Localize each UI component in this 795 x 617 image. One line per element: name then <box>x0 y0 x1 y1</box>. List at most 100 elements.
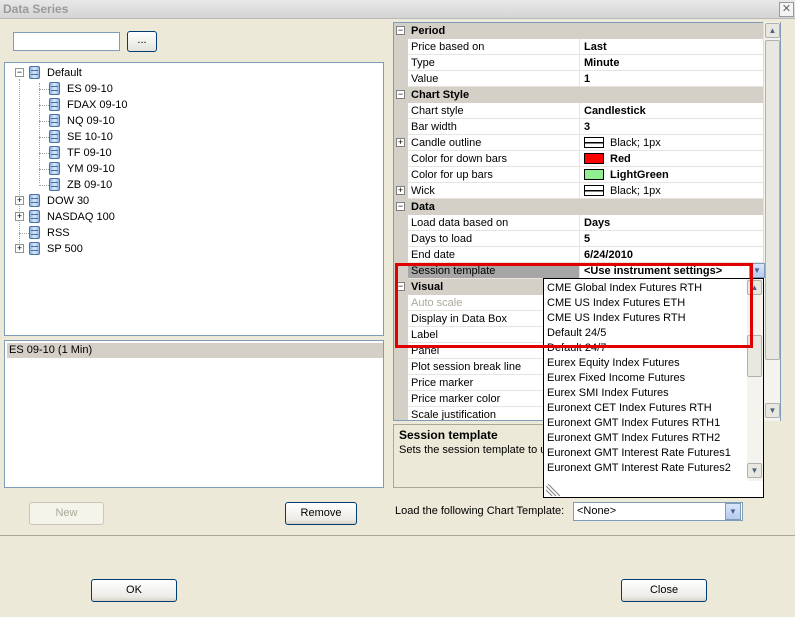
tree-node-label: SP 500 <box>47 243 83 255</box>
property-value[interactable]: 6/24/2010 <box>580 247 766 263</box>
tree-node[interactable]: + DOW 30 <box>5 193 375 209</box>
property-row[interactable]: Price based on Last <box>394 39 766 55</box>
grid-gutter <box>394 407 408 420</box>
collapse-icon[interactable]: − <box>396 90 405 99</box>
tree-node[interactable]: − Default <box>5 65 375 81</box>
property-category[interactable]: − Period <box>394 23 766 39</box>
dropdown-option[interactable]: Euronext GMT Interest Rate Futures2 <box>547 461 731 476</box>
tree-node-label: DOW 30 <box>47 195 90 207</box>
property-row[interactable]: Chart style Candlestick <box>394 103 766 119</box>
tree-node[interactable]: TF 09-10 <box>5 145 375 161</box>
dropdown-scroll-down-icon[interactable]: ▼ <box>747 463 762 478</box>
grid-gutter <box>394 151 408 167</box>
property-row[interactable]: + Wick Black; 1px <box>394 183 766 199</box>
instrument-search-input[interactable] <box>13 32 120 51</box>
dropdown-option[interactable]: Eurex Equity Index Futures <box>547 356 680 371</box>
tree-node[interactable]: YM 09-10 <box>5 161 375 177</box>
property-row[interactable]: Bar width 3 <box>394 119 766 135</box>
property-grid-scrollbar[interactable]: ▲ ▼ <box>763 22 780 421</box>
property-category[interactable]: − Chart Style <box>394 87 766 103</box>
database-icon <box>29 226 40 239</box>
property-value-text: Minute <box>584 57 620 69</box>
dropdown-option[interactable]: Eurex SMI Index Futures <box>547 386 669 401</box>
collapse-icon[interactable]: − <box>15 68 24 77</box>
series-list[interactable]: ES 09-10 (1 Min) <box>4 340 384 488</box>
property-row[interactable]: Days to load 5 <box>394 231 766 247</box>
tree-node[interactable]: SE 10-10 <box>5 129 375 145</box>
property-value[interactable]: Red <box>580 151 766 167</box>
window-title: Data Series <box>3 2 69 16</box>
expand-icon[interactable]: + <box>15 244 24 253</box>
tree-node[interactable]: ZB 09-10 <box>5 177 375 193</box>
chart-template-select[interactable]: <None> <box>573 502 743 521</box>
property-row[interactable]: Load data based on Days <box>394 215 766 231</box>
property-row[interactable]: End date 6/24/2010 <box>394 247 766 263</box>
expand-icon[interactable]: + <box>15 212 24 221</box>
property-value[interactable]: Black; 1px <box>580 135 766 151</box>
dropdown-option[interactable]: Euronext GMT Index Futures RTH1 <box>547 416 720 431</box>
property-value[interactable]: 1 <box>580 71 766 87</box>
grid-gutter <box>394 375 408 391</box>
property-value[interactable]: Days <box>580 215 766 231</box>
property-row[interactable]: Color for up bars LightGreen <box>394 167 766 183</box>
database-icon <box>29 242 40 255</box>
tree-node[interactable]: NQ 09-10 <box>5 113 375 129</box>
close-button[interactable]: Close <box>621 579 707 602</box>
browse-button[interactable]: ... <box>127 31 157 52</box>
tree-node[interactable]: RSS <box>5 225 375 241</box>
property-value[interactable]: 3 <box>580 119 766 135</box>
property-value[interactable]: Black; 1px <box>580 183 766 199</box>
tree-line <box>39 185 49 186</box>
tree-node[interactable]: ES 09-10 <box>5 81 375 97</box>
resize-grip-icon[interactable] <box>546 484 560 496</box>
scroll-thumb[interactable] <box>765 40 780 360</box>
window-close-button[interactable]: ✕ <box>779 2 794 17</box>
tree-node[interactable]: + SP 500 <box>5 241 375 257</box>
property-row[interactable]: Color for down bars Red <box>394 151 766 167</box>
property-value-text: 1 <box>584 73 591 85</box>
property-row[interactable]: Type Minute <box>394 55 766 71</box>
property-category[interactable]: − Data <box>394 199 766 215</box>
property-row[interactable]: Value 1 <box>394 71 766 87</box>
expand-icon[interactable]: + <box>396 138 405 147</box>
property-value[interactable]: LightGreen <box>580 167 766 183</box>
property-value[interactable]: Last <box>580 39 766 55</box>
tree-node[interactable]: + NASDAQ 100 <box>5 209 375 225</box>
grid-gutter <box>394 103 408 119</box>
collapse-icon[interactable]: − <box>396 202 405 211</box>
grid-gutter <box>394 119 408 135</box>
tree-node[interactable]: FDAX 09-10 <box>5 97 375 113</box>
property-name: Bar width <box>408 119 580 135</box>
database-icon <box>49 162 60 175</box>
series-list-item[interactable]: ES 09-10 (1 Min) <box>7 343 383 358</box>
property-row[interactable]: + Candle outline Black; 1px <box>394 135 766 151</box>
property-value[interactable]: Candlestick <box>580 103 766 119</box>
grid-gutter: − <box>394 23 408 39</box>
property-name: Price based on <box>408 39 580 55</box>
tree-line <box>19 233 29 234</box>
dropdown-option[interactable]: Euronext CET Index Futures RTH <box>547 401 712 416</box>
chevron-down-icon[interactable]: ▼ <box>725 503 741 520</box>
instrument-tree[interactable]: − Default ES 09-10 FDAX 09-10 NQ 09-10 SE 10-… <box>4 62 384 336</box>
scroll-up-arrow-icon[interactable]: ▲ <box>765 23 780 38</box>
highlight-box <box>395 263 753 348</box>
property-value[interactable]: 5 <box>580 231 766 247</box>
property-name: Data <box>408 199 766 215</box>
dropdown-option[interactable]: Eurex Fixed Income Futures <box>547 371 685 386</box>
new-button[interactable]: New <box>29 502 104 525</box>
dropdown-option[interactable]: Euronext GMT Interest Rate Futures1 <box>547 446 731 461</box>
database-icon <box>49 130 60 143</box>
expand-icon[interactable]: + <box>396 186 405 195</box>
collapse-icon[interactable]: − <box>396 26 405 35</box>
expand-icon[interactable]: + <box>15 196 24 205</box>
grid-gutter <box>394 71 408 87</box>
dropdown-option[interactable]: Euronext GMT Index Futures RTH2 <box>547 431 720 446</box>
remove-button[interactable]: Remove <box>285 502 357 525</box>
scroll-down-arrow-icon[interactable]: ▼ <box>765 403 780 418</box>
grid-gutter: − <box>394 87 408 103</box>
grid-gutter <box>394 391 408 407</box>
property-name: Candle outline <box>408 135 580 151</box>
property-value[interactable]: Minute <box>580 55 766 71</box>
ok-button[interactable]: OK <box>91 579 177 602</box>
tree-line <box>39 121 49 122</box>
